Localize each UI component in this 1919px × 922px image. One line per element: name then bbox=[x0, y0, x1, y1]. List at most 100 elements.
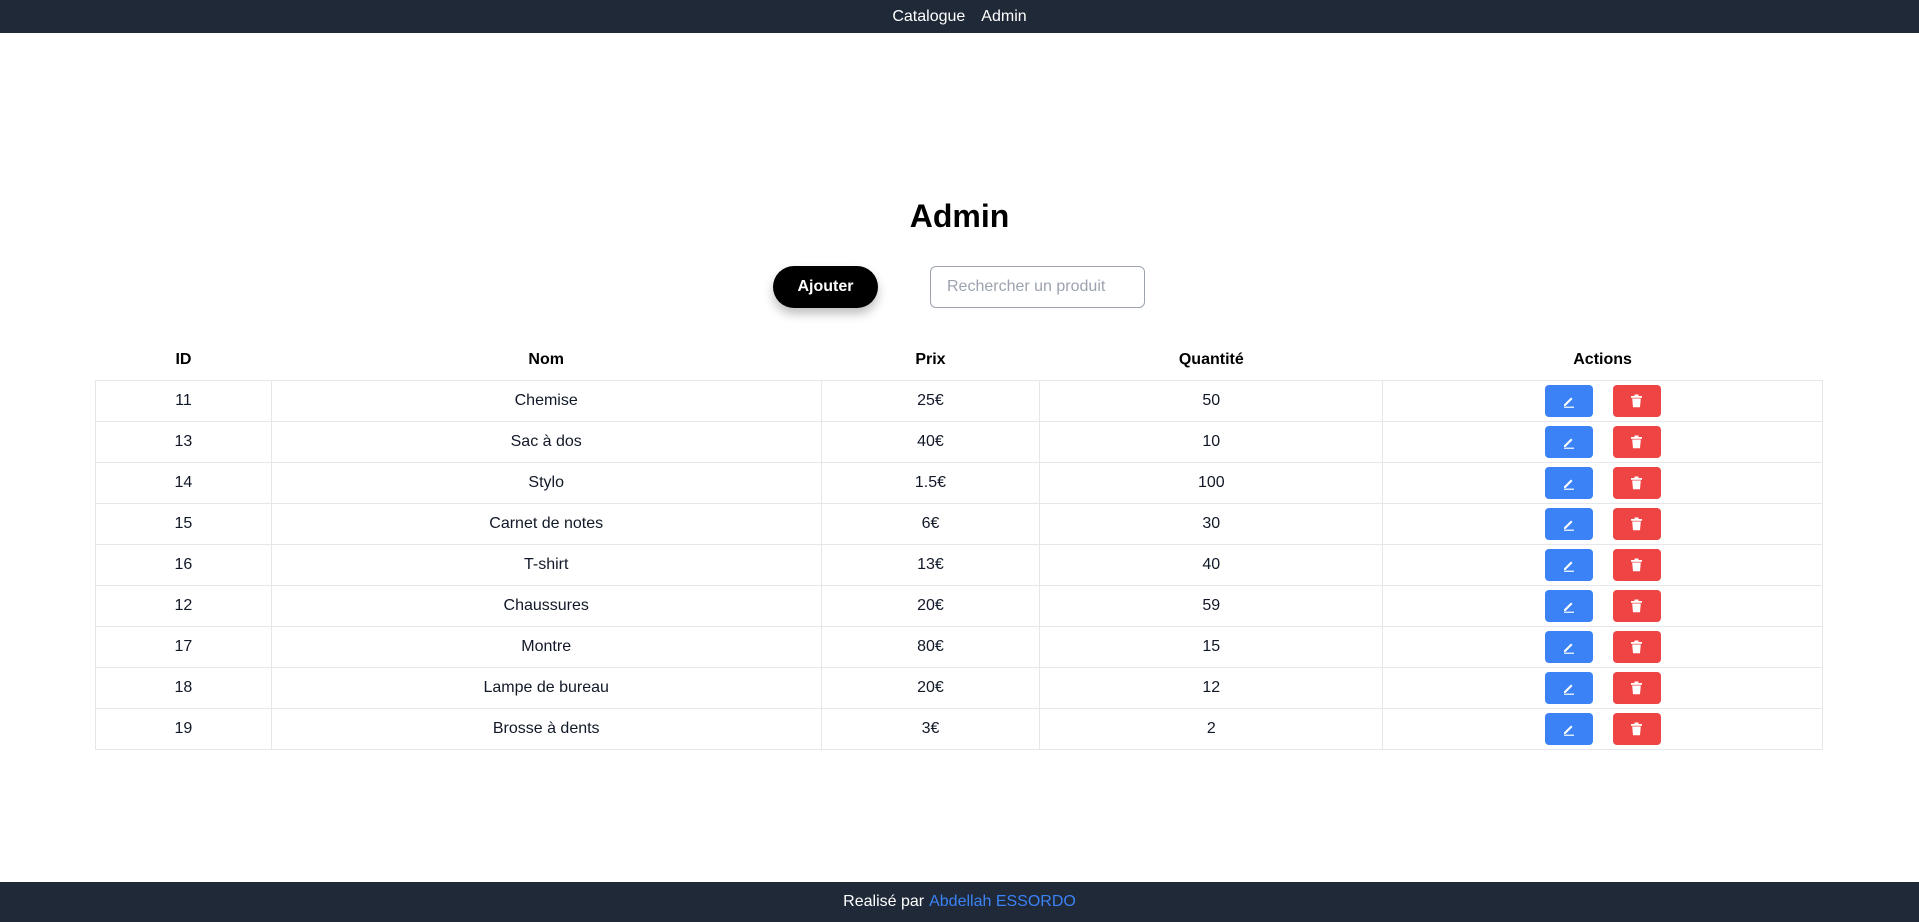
table-row: 18 Lampe de bureau 20€ 12 bbox=[95, 667, 1823, 709]
trash-icon bbox=[1630, 681, 1643, 695]
cell-name: Sac à dos bbox=[270, 421, 822, 463]
cell-name: Carnet de notes bbox=[270, 503, 822, 545]
cell-actions bbox=[1382, 421, 1823, 463]
nav-link-admin[interactable]: Admin bbox=[981, 8, 1026, 25]
cell-price: 20€ bbox=[820, 667, 1041, 709]
cell-actions bbox=[1382, 667, 1823, 709]
nav-link-catalogue[interactable]: Catalogue bbox=[892, 8, 965, 25]
cell-name: Stylo bbox=[270, 462, 822, 504]
cell-quantity: 10 bbox=[1039, 421, 1384, 463]
cell-price: 1.5€ bbox=[820, 462, 1041, 504]
cell-actions bbox=[1382, 626, 1823, 668]
footer-credit-text: Realisé par bbox=[843, 893, 925, 910]
cell-price: 3€ bbox=[820, 708, 1041, 750]
cell-actions bbox=[1382, 462, 1823, 504]
cell-id: 11 bbox=[95, 380, 272, 422]
cell-name: Montre bbox=[270, 626, 822, 668]
cell-actions bbox=[1382, 503, 1823, 545]
cell-actions bbox=[1382, 380, 1823, 422]
products-table: ID Nom Prix Quantité Actions 11 Chemise 25… bbox=[95, 340, 1823, 750]
delete-button[interactable] bbox=[1612, 713, 1661, 745]
cell-quantity: 40 bbox=[1039, 544, 1384, 586]
table-row: 16 T-shirt 13€ 40 bbox=[95, 544, 1823, 586]
edit-button[interactable] bbox=[1544, 385, 1593, 417]
cell-name: T-shirt bbox=[270, 544, 822, 586]
table-row: 15 Carnet de notes 6€ 30 bbox=[95, 503, 1823, 545]
footer-author-link[interactable]: Abdellah ESSORDO bbox=[929, 893, 1076, 911]
edit-button[interactable] bbox=[1544, 672, 1593, 704]
row-actions bbox=[1383, 426, 1822, 458]
row-actions bbox=[1383, 467, 1822, 499]
cell-quantity: 12 bbox=[1039, 667, 1384, 709]
cell-price: 13€ bbox=[820, 544, 1041, 586]
trash-icon bbox=[1630, 640, 1643, 654]
edit-button[interactable] bbox=[1544, 426, 1593, 458]
delete-button[interactable] bbox=[1612, 467, 1661, 499]
cell-name: Brosse à dents bbox=[270, 708, 822, 750]
column-header-id: ID bbox=[175, 351, 192, 368]
trash-icon bbox=[1630, 435, 1643, 449]
delete-button[interactable] bbox=[1612, 385, 1661, 417]
cell-id: 18 bbox=[95, 667, 272, 709]
table-row: 17 Montre 80€ 15 bbox=[95, 626, 1823, 668]
table-row: 13 Sac à dos 40€ 10 bbox=[95, 421, 1823, 463]
cell-quantity: 2 bbox=[1039, 708, 1384, 750]
table-row: 12 Chaussures 20€ 59 bbox=[95, 585, 1823, 627]
delete-button[interactable] bbox=[1612, 426, 1661, 458]
table-body: 11 Chemise 25€ 50 13 Sac à dos 40€ 10 14 Stylo 1.5… bbox=[95, 380, 1823, 750]
row-actions bbox=[1383, 508, 1822, 540]
top-navbar: Catalogue Admin bbox=[0, 0, 1919, 33]
row-actions bbox=[1383, 549, 1822, 581]
edit-button[interactable] bbox=[1544, 590, 1593, 622]
cell-name: Lampe de bureau bbox=[270, 667, 822, 709]
page-title: Admin bbox=[909, 198, 1010, 234]
cell-price: 6€ bbox=[820, 503, 1041, 545]
row-actions bbox=[1383, 631, 1822, 663]
cell-quantity: 50 bbox=[1039, 380, 1384, 422]
cell-name: Chemise bbox=[270, 380, 822, 422]
search-input[interactable] bbox=[930, 266, 1145, 308]
delete-button[interactable] bbox=[1612, 672, 1661, 704]
page: Catalogue Admin Admin Ajouter ID Nom Pri… bbox=[0, 0, 1919, 922]
cell-price: 80€ bbox=[820, 626, 1041, 668]
cell-price: 25€ bbox=[820, 380, 1041, 422]
pencil-icon bbox=[1562, 640, 1576, 654]
cell-price: 20€ bbox=[820, 585, 1041, 627]
edit-button[interactable] bbox=[1544, 467, 1593, 499]
pencil-icon bbox=[1562, 435, 1576, 449]
cell-actions bbox=[1382, 544, 1823, 586]
cell-name: Chaussures bbox=[270, 585, 822, 627]
delete-button[interactable] bbox=[1612, 508, 1661, 540]
pencil-icon bbox=[1562, 722, 1576, 736]
edit-button[interactable] bbox=[1544, 508, 1593, 540]
cell-actions bbox=[1382, 585, 1823, 627]
row-actions bbox=[1383, 713, 1822, 745]
trash-icon bbox=[1630, 476, 1643, 490]
edit-button[interactable] bbox=[1544, 713, 1593, 745]
delete-button[interactable] bbox=[1612, 549, 1661, 581]
column-header-quantity: Quantité bbox=[1178, 351, 1244, 368]
edit-button[interactable] bbox=[1544, 549, 1593, 581]
cell-price: 40€ bbox=[820, 421, 1041, 463]
edit-button[interactable] bbox=[1544, 631, 1593, 663]
footer: Realisé par Abdellah ESSORDO bbox=[0, 882, 1919, 922]
pencil-icon bbox=[1562, 476, 1576, 490]
pencil-icon bbox=[1562, 394, 1576, 408]
table-row: 19 Brosse à dents 3€ 2 bbox=[95, 708, 1823, 750]
cell-id: 13 bbox=[95, 421, 272, 463]
cell-actions bbox=[1382, 708, 1823, 750]
cell-id: 12 bbox=[95, 585, 272, 627]
cell-quantity: 59 bbox=[1039, 585, 1384, 627]
delete-button[interactable] bbox=[1612, 590, 1661, 622]
cell-quantity: 30 bbox=[1039, 503, 1384, 545]
delete-button[interactable] bbox=[1612, 631, 1661, 663]
cell-id: 15 bbox=[95, 503, 272, 545]
add-product-button[interactable]: Ajouter bbox=[773, 266, 878, 308]
pencil-icon bbox=[1562, 558, 1576, 572]
row-actions bbox=[1383, 385, 1822, 417]
table-header-row: ID Nom Prix Quantité Actions bbox=[96, 340, 1823, 381]
column-header-price: Prix bbox=[915, 351, 946, 368]
column-header-actions: Actions bbox=[1573, 351, 1632, 368]
trash-icon bbox=[1630, 722, 1643, 736]
row-actions bbox=[1383, 672, 1822, 704]
